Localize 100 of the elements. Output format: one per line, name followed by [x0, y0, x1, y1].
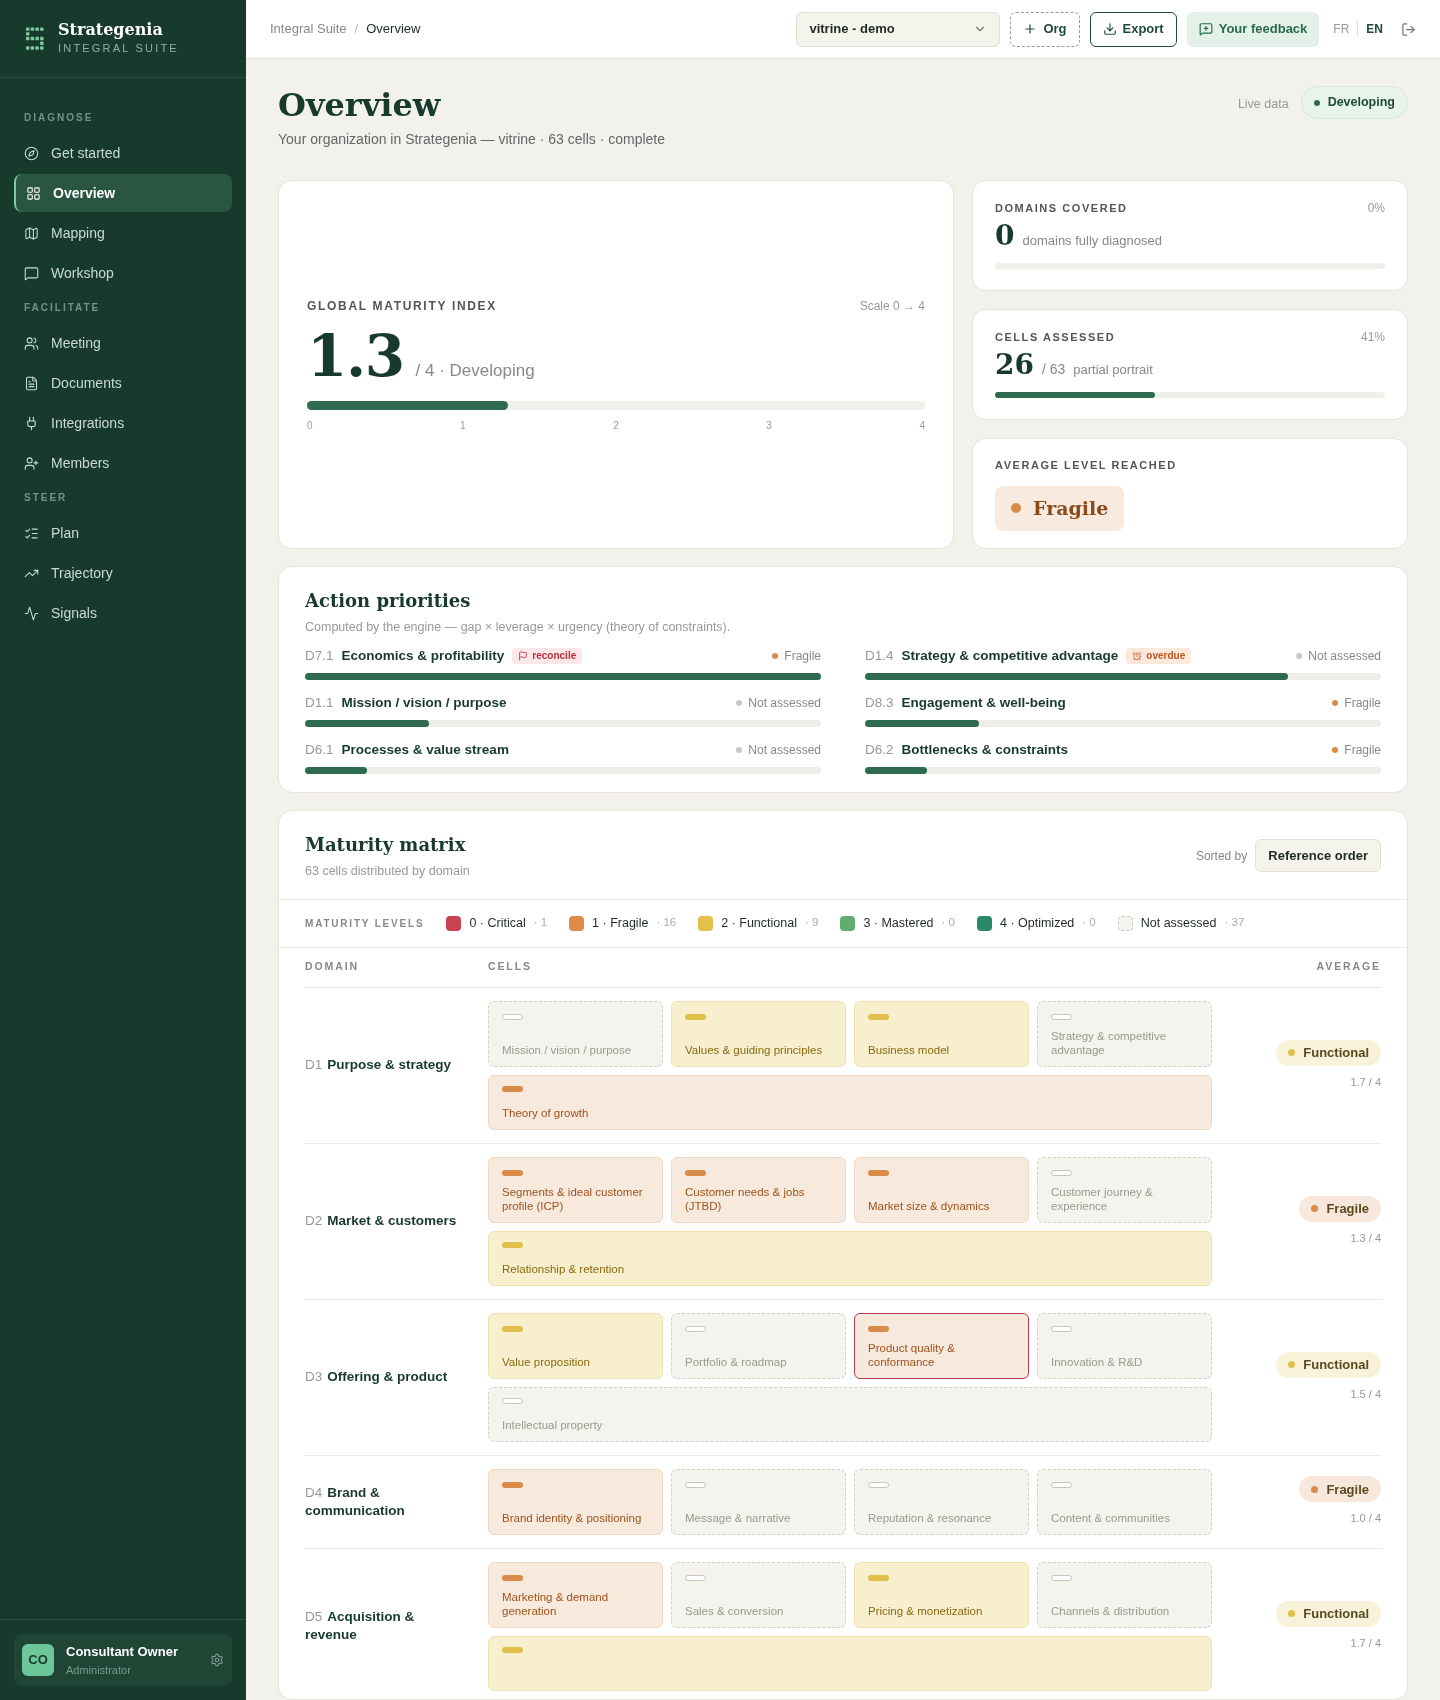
brand-name: Strategenia — [58, 20, 164, 41]
nav-item[interactable]: Documents — [14, 364, 232, 402]
nav-item[interactable]: Trajectory — [14, 554, 232, 592]
stat-value: 26 — [995, 347, 1034, 383]
matrix-cell[interactable]: Intellectual property — [488, 1386, 1212, 1442]
feedback-button[interactable]: Your feedback — [1186, 11, 1320, 47]
cell-label: Theory of growth — [502, 1105, 590, 1120]
legend-count: · 1 — [533, 915, 548, 931]
settings-icon[interactable] — [210, 1653, 224, 1667]
level-bar-icon — [1051, 1169, 1072, 1176]
nav-item[interactable]: Meeting — [14, 324, 232, 362]
matrix-cell[interactable]: Market size & dynamics — [854, 1156, 1029, 1223]
priority-title[interactable]: Processes & value stream — [341, 739, 509, 760]
level-badge: Functional — [1276, 1351, 1381, 1378]
level-bar-icon — [868, 1481, 889, 1488]
nav-item[interactable]: Plan — [14, 514, 232, 552]
language-option[interactable]: EN — [1366, 20, 1383, 38]
matrix-cell[interactable]: Message & narrative — [671, 1468, 846, 1535]
matrix-cell[interactable]: Customer journey & experience — [1037, 1156, 1212, 1223]
nav-item[interactable]: Members — [14, 444, 232, 482]
matrix-cell[interactable]: Pricing & monetization — [854, 1561, 1029, 1628]
priority-title[interactable]: Engagement & well-being — [901, 692, 1066, 713]
matrix-cell[interactable]: Reputation & resonance — [854, 1468, 1029, 1535]
cell-label: Intellectual property — [502, 1417, 604, 1432]
user-card[interactable]: CO Consultant Owner Administrator — [14, 1634, 232, 1686]
legend-count: · 9 — [804, 915, 819, 931]
column-header: CELLS — [488, 959, 533, 975]
legend-label: Not assessed — [1140, 914, 1217, 932]
priority-code: D1.1 — [305, 693, 334, 712]
matrix-cell[interactable]: Business model — [854, 1000, 1029, 1067]
cell-label: Customer needs & jobs (JTBD) — [685, 1184, 806, 1213]
nav-item[interactable]: Workshop — [14, 254, 232, 292]
level-bar-icon — [685, 1013, 706, 1020]
matrix-cell[interactable]: Relationship & retention — [488, 1230, 1212, 1286]
sort-button[interactable]: Reference order — [1255, 839, 1381, 873]
level-bar-icon — [502, 1241, 523, 1248]
cell-label: Portfolio & roadmap — [685, 1354, 788, 1369]
priority-status: Not assessed — [1308, 647, 1381, 665]
stat-caption: domains fully diagnosed — [1022, 232, 1162, 250]
cell-label: Segments & ideal customer profile (ICP) — [502, 1184, 644, 1213]
level-bar-icon — [502, 1574, 523, 1581]
level-bar-icon — [685, 1574, 706, 1581]
status-pill: Developing — [1300, 86, 1408, 119]
matrix-cell[interactable]: Sales & conversion — [671, 1561, 846, 1628]
level-badge: Functional — [1276, 1039, 1381, 1066]
legend-label: 3 · Mastered — [863, 914, 934, 932]
map-icon — [24, 225, 39, 241]
org-select[interactable]: vitrine - demo — [796, 11, 1001, 47]
cell-label: Value proposition — [502, 1354, 591, 1369]
breadcrumb-item[interactable]: Integral Suite — [270, 19, 347, 39]
priority-title[interactable]: Mission / vision / purpose — [341, 692, 507, 713]
matrix-cell[interactable]: Strategy & competitive advantage — [1037, 1000, 1212, 1067]
matrix-cell[interactable]: Value proposition — [488, 1312, 663, 1379]
nav-item[interactable]: Signals — [14, 594, 232, 632]
logout-icon[interactable] — [1401, 21, 1416, 37]
export-button[interactable]: Export — [1089, 11, 1177, 47]
legend-label: 0 · Critical — [469, 914, 526, 932]
cell-label: Market size & dynamics — [868, 1198, 991, 1213]
matrix-cell[interactable]: Marketing & demand generation — [488, 1561, 663, 1628]
sort-label: Sorted by — [1195, 847, 1248, 865]
priority-title[interactable]: Strategy & competitive advantage — [901, 645, 1119, 666]
matrix-cell[interactable] — [488, 1635, 1212, 1691]
matrix-cell[interactable]: Values & guiding principles — [671, 1000, 846, 1067]
logo-icon — [24, 26, 46, 51]
matrix-cell[interactable]: Brand identity & positioning — [488, 1468, 663, 1535]
nav-item[interactable]: Integrations — [14, 404, 232, 442]
nav-item[interactable]: Get started — [14, 134, 232, 172]
cell-label: Innovation & R&D — [1051, 1354, 1144, 1369]
priority-title[interactable]: Bottlenecks & constraints — [901, 739, 1069, 760]
matrix-cell[interactable]: Segments & ideal customer profile (ICP) — [488, 1156, 663, 1223]
nav-section-label: STEER — [23, 491, 69, 505]
legend-label: 1 · Fragile — [592, 914, 649, 932]
legend-title: MATURITY LEVELS — [305, 916, 425, 931]
level-bar-icon — [1051, 1325, 1072, 1332]
scale-tick: 2 — [613, 418, 619, 433]
matrix-cell[interactable]: Mission / vision / purpose — [488, 1000, 663, 1067]
priority-title[interactable]: Economics & profitability — [341, 645, 505, 666]
compass-icon — [24, 145, 39, 161]
matrix-cell[interactable]: Portfolio & roadmap — [671, 1312, 846, 1379]
language-option[interactable]: FR — [1333, 20, 1350, 38]
nav-item[interactable]: Mapping — [14, 214, 232, 252]
matrix-cell[interactable]: Channels & distribution — [1037, 1561, 1212, 1628]
matrix-cell[interactable]: Customer needs & jobs (JTBD) — [671, 1156, 846, 1223]
matrix-cell[interactable]: Innovation & R&D — [1037, 1312, 1212, 1379]
level-bar-icon — [1051, 1574, 1072, 1581]
legend-count: · 37 — [1224, 915, 1245, 931]
matrix-cell[interactable]: Theory of growth — [488, 1074, 1212, 1130]
cell-label: Strategy & competitive advantage — [1051, 1028, 1168, 1057]
brand-subtitle: INTEGRAL SUITE — [58, 41, 179, 57]
priority-tag: overdue — [1126, 647, 1192, 664]
add-button[interactable]: Org — [1010, 11, 1080, 47]
level-bar-icon — [1051, 1013, 1072, 1020]
level-bar-icon — [502, 1481, 523, 1488]
level-bar-icon — [502, 1013, 523, 1020]
matrix-cell[interactable]: Product quality & conformance — [854, 1312, 1029, 1379]
breadcrumb-separator: / — [354, 20, 359, 39]
matrix-cell[interactable]: Content & communities — [1037, 1468, 1212, 1535]
cell-label: Business model — [868, 1042, 951, 1057]
nav-item[interactable]: Overview — [14, 174, 232, 212]
scale-tick: 1 — [460, 418, 466, 433]
